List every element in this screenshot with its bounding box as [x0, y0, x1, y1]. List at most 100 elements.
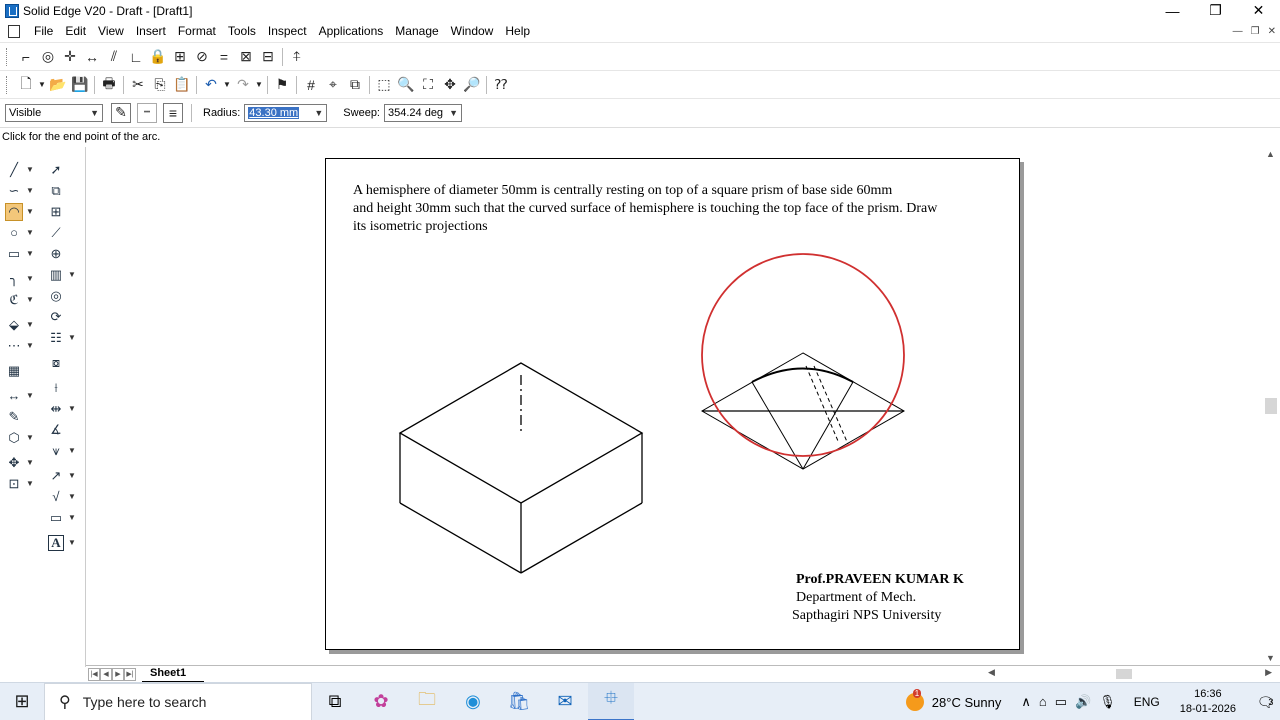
new-dropdown-icon[interactable]: ▼: [37, 74, 47, 96]
document-icon[interactable]: [8, 24, 20, 38]
chevron-down-icon[interactable]: ▼: [68, 270, 76, 279]
clock[interactable]: 16:36 18-01-2026: [1180, 687, 1236, 717]
weather-widget[interactable]: 1 28°C Sunny: [905, 689, 1001, 711]
circle-tool[interactable]: ○ ▼: [6, 222, 34, 243]
volume-icon[interactable]: 🔊: [1075, 694, 1091, 710]
connect-icon[interactable]: ⌐: [15, 46, 37, 68]
menu-file[interactable]: File: [28, 21, 59, 41]
broken-view-tool[interactable]: ▥ ▼: [48, 264, 76, 285]
distance-tool[interactable]: ⇹ ▼: [48, 398, 76, 419]
chevron-down-icon[interactable]: ▼: [26, 458, 34, 467]
drawing-view-tool[interactable]: ⧉: [48, 180, 76, 201]
language-indicator[interactable]: ENG: [1134, 695, 1160, 709]
help-icon[interactable]: ⁇: [490, 74, 512, 96]
maintain-relationships-icon[interactable]: ⍏: [286, 46, 308, 68]
point-on-icon[interactable]: ✛: [59, 46, 81, 68]
prev-sheet-icon[interactable]: ◀: [100, 667, 112, 681]
zoom-icon[interactable]: 🔍: [395, 74, 417, 96]
redo-icon[interactable]: ↷: [232, 74, 254, 96]
parts-list-tool[interactable]: ☷ ▼: [48, 327, 76, 348]
next-sheet-icon[interactable]: ▶: [112, 667, 124, 681]
menu-view[interactable]: View: [92, 21, 130, 41]
chevron-down-icon[interactable]: ▼: [68, 492, 76, 501]
first-sheet-icon[interactable]: |◀: [88, 667, 100, 681]
store-icon[interactable]: 🛍: [496, 683, 542, 720]
scroll-down-icon[interactable]: ▼: [1266, 653, 1275, 663]
minimize-button[interactable]: —: [1151, 0, 1194, 21]
menu-tools[interactable]: Tools: [222, 21, 262, 41]
tangent-icon[interactable]: ⊘: [191, 46, 213, 68]
pattern-tool[interactable]: ⋯ ▼: [6, 335, 34, 356]
chevron-down-icon[interactable]: ▼: [26, 479, 34, 488]
chevron-down-icon[interactable]: ▼: [68, 513, 76, 522]
leader-tool[interactable]: ↗ ▼: [48, 465, 76, 486]
angle-tool[interactable]: ∡: [48, 419, 76, 440]
sweep-value[interactable]: 354.24 deg: [388, 107, 443, 119]
scroll-up-icon[interactable]: ▲: [1266, 149, 1275, 159]
drawing-canvas[interactable]: A hemisphere of diameter 50mm is central…: [86, 147, 1266, 665]
start-button[interactable]: ⊞: [0, 683, 44, 720]
chevron-down-icon[interactable]: ▼: [26, 249, 34, 258]
rectangle-tool[interactable]: ▭ ▼: [6, 243, 34, 264]
dimension-tool[interactable]: ↔ ▼: [6, 385, 34, 406]
chevron-down-icon[interactable]: ▼: [26, 391, 34, 400]
drawing-sheet[interactable]: A hemisphere of diameter 50mm is central…: [325, 158, 1020, 650]
chevron-up-icon[interactable]: ∧: [1021, 694, 1031, 710]
rigid-set-icon[interactable]: ⊞: [169, 46, 191, 68]
snap-icon[interactable]: ⧉: [344, 74, 366, 96]
block-tool[interactable]: ⊡ ▼: [6, 473, 34, 494]
paste-icon[interactable]: 📋: [171, 74, 193, 96]
chevron-down-icon[interactable]: ▼: [26, 295, 34, 304]
text-tool[interactable]: A ▼: [48, 532, 76, 553]
intellisketch-icon[interactable]: ⌖: [322, 74, 344, 96]
annotation-tool[interactable]: ✎: [6, 406, 34, 427]
outlook-icon[interactable]: ✉: [542, 683, 588, 720]
chevron-down-icon[interactable]: ▼: [68, 333, 76, 342]
feature-control-tool[interactable]: ▭ ▼: [48, 507, 76, 528]
highlight-icon[interactable]: ⚑: [271, 74, 293, 96]
auxiliary-tool[interactable]: ◎: [48, 285, 76, 306]
open-icon[interactable]: 📂: [47, 74, 69, 96]
menu-manage[interactable]: Manage: [389, 21, 444, 41]
hatch-tool[interactable]: ▦: [6, 360, 34, 381]
principal-view-tool[interactable]: ⊞: [48, 201, 76, 222]
chevron-down-icon[interactable]: ▼: [26, 320, 34, 329]
select-tool[interactable]: ➚: [48, 159, 76, 180]
update-tool[interactable]: ⟳: [48, 306, 76, 327]
menu-insert[interactable]: Insert: [130, 21, 172, 41]
sweep-field[interactable]: 354.24 deg ▼: [384, 103, 462, 122]
redo-dropdown-icon[interactable]: ▼: [254, 74, 264, 96]
chevron-down-icon[interactable]: ▼: [68, 538, 76, 547]
line-style-select[interactable]: Visible ▼: [5, 103, 103, 122]
move-tool[interactable]: ✥ ▼: [6, 452, 34, 473]
doc-minimize-icon[interactable]: —: [1233, 26, 1243, 37]
chevron-down-icon[interactable]: ▼: [26, 165, 34, 174]
undo-dropdown-icon[interactable]: ▼: [222, 74, 232, 96]
menu-format[interactable]: Format: [172, 21, 222, 41]
copilot-icon[interactable]: ✿: [358, 683, 404, 720]
cut-icon[interactable]: ✂: [127, 74, 149, 96]
fillet-tool[interactable]: ╮ ▼: [6, 268, 34, 289]
edge-browser-icon[interactable]: ◉: [450, 683, 496, 720]
lock-icon[interactable]: 🔒: [147, 46, 169, 68]
section-tool[interactable]: ⟋: [48, 222, 76, 243]
chevron-down-icon[interactable]: ▼: [68, 446, 76, 455]
line-width-icon[interactable]: ≡: [163, 102, 183, 123]
concentric-icon[interactable]: ◎: [37, 46, 59, 68]
vertical-scrollbar[interactable]: ▲ ▼: [1262, 147, 1280, 665]
print-icon[interactable]: 🖶: [98, 74, 120, 96]
chevron-down-icon[interactable]: ▼: [314, 108, 323, 118]
chevron-down-icon[interactable]: ▼: [449, 108, 458, 118]
copy-icon[interactable]: ⎘: [149, 74, 171, 96]
symmetric-axis-icon[interactable]: ⊟: [257, 46, 279, 68]
menu-edit[interactable]: Edit: [59, 21, 92, 41]
taskbar-search[interactable]: ⚲ Type here to search: [44, 682, 312, 720]
line-color-icon[interactable]: ✎: [111, 102, 131, 123]
arc-tool[interactable]: ◠ ▼: [5, 201, 34, 222]
toolbar-grip[interactable]: [6, 47, 9, 66]
balloon-tool[interactable]: ⧇: [48, 352, 76, 373]
scroll-right-icon[interactable]: ▶: [1265, 667, 1272, 678]
zoom-dynamic-icon[interactable]: 🔎: [461, 74, 483, 96]
toolbar-grip[interactable]: [6, 75, 9, 94]
radius-value[interactable]: 43.30 mm: [248, 106, 300, 119]
